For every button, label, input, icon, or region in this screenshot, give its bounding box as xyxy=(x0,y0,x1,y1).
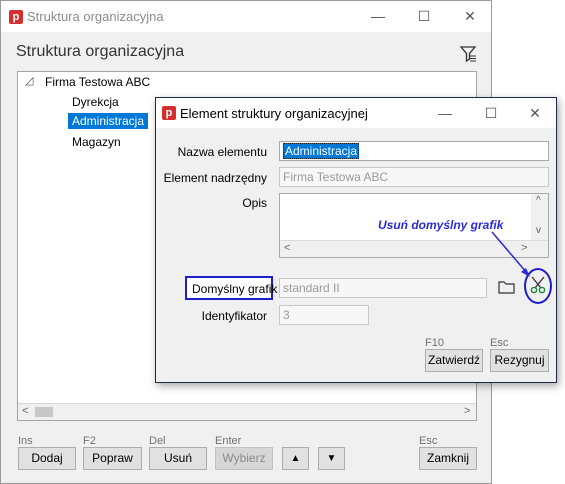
scissors-icon[interactable] xyxy=(529,276,547,294)
annotation-overlay xyxy=(491,231,530,277)
annotation-arrow xyxy=(491,231,528,274)
